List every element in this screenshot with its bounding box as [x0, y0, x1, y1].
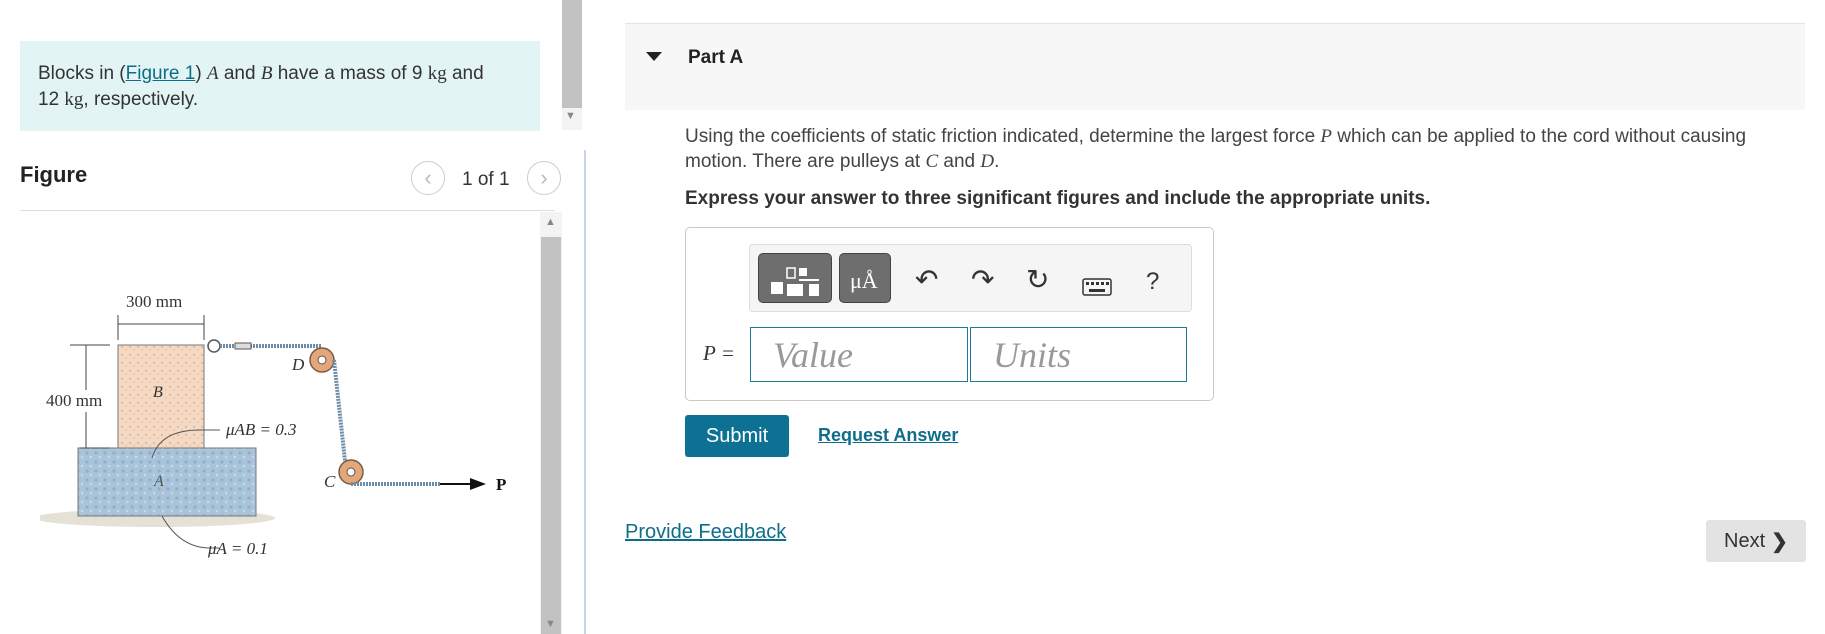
part-title[interactable]: Part A — [688, 47, 743, 69]
reset-icon[interactable]: ↻ — [1026, 263, 1049, 296]
templates-icon — [771, 267, 819, 296]
block-a-label: A — [153, 473, 164, 490]
caret-down-icon[interactable] — [646, 52, 662, 61]
undo-icon[interactable]: ↶ — [915, 263, 938, 296]
units-button[interactable]: μÅ — [839, 253, 891, 303]
figure-link[interactable]: Figure 1 — [126, 63, 196, 84]
figure-counter: 1 of 1 — [462, 169, 510, 190]
chevron-right-icon: › — [540, 165, 548, 190]
problem-statement: Blocks in (Figure 1) A and B have a mass… — [20, 41, 540, 131]
cord-attachment — [207, 339, 221, 353]
force-arrow — [470, 478, 486, 490]
next-button[interactable]: Next ❯ — [1706, 520, 1806, 562]
value-input[interactable]: Value — [750, 327, 968, 382]
units-input[interactable]: Units — [970, 327, 1187, 382]
part-header[interactable] — [625, 23, 1805, 110]
scroll-up-arrow-icon[interactable]: ▲ — [545, 216, 556, 228]
instruction-text: Express your answer to three significant… — [685, 188, 1431, 209]
figure-next-button[interactable]: › — [527, 161, 561, 195]
scroll-down-arrow-icon[interactable]: ▼ — [565, 110, 576, 122]
units-icon: μÅ — [850, 268, 878, 293]
height-dimension-label: 400 mm — [46, 391, 102, 410]
question-text: Using the coefficients of static frictio… — [685, 126, 1747, 172]
mu-ab-label: μAB = 0.3 — [225, 420, 297, 439]
width-dimension-label: 300 mm — [126, 292, 182, 311]
pulley-c-label: C — [324, 472, 336, 491]
figure-diagram: 300 mm 400 mm B A D C P μAB = 0.3 μA = 0… — [40, 292, 506, 558]
force-label: P — [496, 475, 506, 494]
help-button[interactable]: ? — [1146, 268, 1159, 296]
top-scrollbar-thumb[interactable] — [562, 0, 582, 108]
block-a — [77, 447, 257, 517]
answer-label: P = — [703, 341, 735, 365]
chevron-left-icon: ‹ — [424, 165, 432, 190]
pane-divider[interactable] — [584, 150, 586, 634]
keyboard-icon[interactable] — [1082, 272, 1112, 304]
templates-button[interactable] — [758, 253, 832, 303]
submit-button[interactable]: Submit — [685, 415, 789, 457]
mu-a-label: μA = 0.1 — [207, 539, 268, 558]
figure-title: Figure — [20, 162, 88, 187]
chevron-right-icon: ❯ — [1771, 530, 1788, 553]
cord-vertical — [332, 359, 348, 471]
provide-feedback-link[interactable]: Provide Feedback — [625, 521, 786, 544]
scroll-down-arrow-icon[interactable]: ▼ — [545, 618, 556, 630]
figure-divider — [20, 210, 555, 211]
request-answer-link[interactable]: Request Answer — [818, 425, 958, 446]
figure-scrollbar-thumb[interactable] — [541, 237, 561, 634]
redo-icon[interactable]: ↷ — [971, 263, 994, 296]
figure-prev-button[interactable]: ‹ — [411, 161, 445, 195]
left-pane: Blocks in (Figure 1) A and B have a mass… — [0, 0, 561, 634]
pulley-d-label: D — [291, 355, 305, 374]
block-b-label: B — [153, 384, 163, 401]
